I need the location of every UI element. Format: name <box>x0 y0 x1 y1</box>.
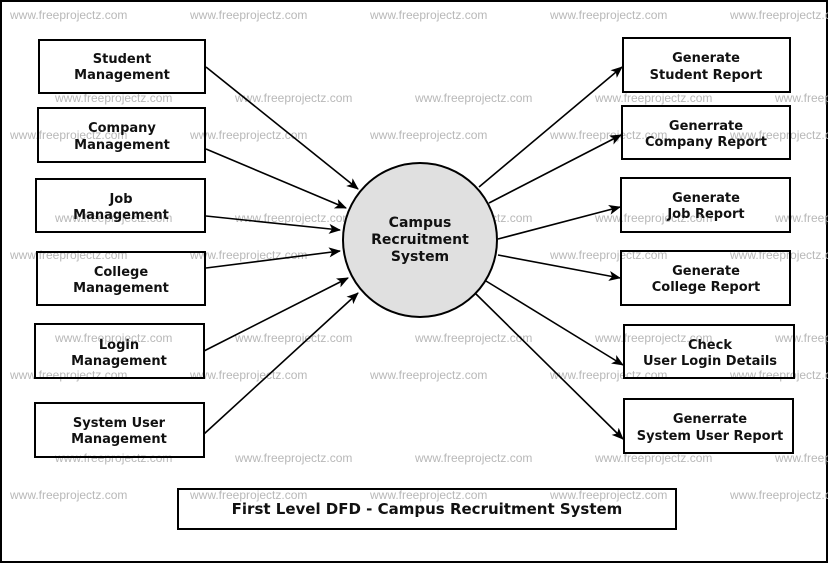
watermark-text: www.freeprojectz.com <box>414 91 532 105</box>
entity-label-line-2: System User Report <box>637 429 783 444</box>
watermark-text: www.freeprojectz.com <box>594 91 712 105</box>
process-campus-recruitment-system[interactable]: Campus Recruitment System <box>342 162 498 318</box>
watermark-text: www.freeprojectz.com <box>774 91 828 105</box>
entity-label-line-2: College Report <box>652 280 761 295</box>
entity-label-line-1: System User <box>73 416 166 431</box>
watermark-text: www.freeprojectz.com <box>189 8 307 22</box>
process-label-line-1: Campus <box>389 215 452 231</box>
watermark-text: www.freeprojectz.com <box>549 8 667 22</box>
watermark-text: www.freeprojectz.com <box>9 368 127 382</box>
watermark-text: www.freeprojectz.com <box>369 8 487 22</box>
entity-label-line-1: College <box>94 265 149 280</box>
watermark-text: www.freeprojectz.com <box>774 211 828 225</box>
flow-user-login-details-arrow <box>485 280 624 366</box>
process-label-line-3: System <box>391 249 449 265</box>
entity-label-line-2: Company Report <box>645 135 767 150</box>
entity-label-line-1: Generate <box>672 51 740 66</box>
flow-student-report-arrow <box>478 66 623 188</box>
watermark-text: www.freeprojectz.com <box>189 368 307 382</box>
entity-generate-student-report[interactable]: Generate Student Report <box>622 37 791 93</box>
watermark-text: www.freeprojectz.com <box>729 368 828 382</box>
watermark-text: www.freeprojectz.com <box>549 368 667 382</box>
watermark-text: www.freeprojectz.com <box>369 368 487 382</box>
entity-label-line-2: Management <box>74 138 170 153</box>
watermark-text: www.freeprojectz.com <box>774 331 828 345</box>
caption-text: First Level DFD - Campus Recruitment Sys… <box>232 500 623 518</box>
entity-label-line-2: Management <box>73 281 169 296</box>
watermark-text: www.freeprojectz.com <box>729 8 828 22</box>
entity-label-line-2: Management <box>71 354 167 369</box>
entity-label-line-1: Generrate <box>673 412 747 427</box>
process-label-line-2: Recruitment <box>371 232 469 248</box>
watermark-text: www.freeprojectz.com <box>234 451 352 465</box>
watermark-text: www.freeprojectz.com <box>369 128 487 142</box>
entity-label-line-2: Management <box>71 432 167 447</box>
watermark-text: www.freeprojectz.com <box>9 488 127 502</box>
entity-label-line-1: Login <box>99 338 139 353</box>
watermark-text: www.freeprojectz.com <box>729 488 828 502</box>
entity-label-line-2: Job Report <box>666 207 744 222</box>
entity-label-line-1: Job <box>108 192 132 207</box>
entity-label-line-1: Check <box>688 338 732 353</box>
entity-label-line-2: User Login Details <box>643 354 777 369</box>
entity-label-line-2: Management <box>74 68 170 83</box>
entity-student-management[interactable]: Student Management <box>38 39 206 94</box>
flow-system-user-report-arrow <box>475 293 624 440</box>
entity-generrate-system-user-report[interactable]: Generrate System User Report <box>623 398 794 454</box>
watermark-text: www.freeprojectz.com <box>234 331 352 345</box>
watermark-text: www.freeprojectz.com <box>414 451 532 465</box>
entity-system-user-management[interactable]: System User Management <box>34 402 205 458</box>
dfd-diagram: www.freeprojectz.com www.freeprojectz.com… <box>9 8 828 530</box>
entity-label-line-2: Management <box>73 208 169 223</box>
entity-label-line-1: Generate <box>672 191 740 206</box>
watermark-text: www.freeprojectz.com <box>234 211 352 225</box>
entity-label-line-1: Generate <box>672 264 740 279</box>
watermark-text: www.freeprojectz.com <box>9 248 127 262</box>
flow-company-report-arrow <box>488 134 622 204</box>
entity-label-line-1: Student <box>93 52 151 67</box>
flow-company-management-arrow <box>205 148 347 209</box>
watermark-text: www.freeprojectz.com <box>9 8 127 22</box>
watermark-text: www.freeprojectz.com <box>189 248 307 262</box>
entity-label-line-1: Generrate <box>669 119 743 134</box>
entity-label-line-2: Student Report <box>650 68 763 83</box>
entity-label-line-1: Company <box>88 121 156 136</box>
flow-system-user-management-arrow <box>203 292 359 435</box>
